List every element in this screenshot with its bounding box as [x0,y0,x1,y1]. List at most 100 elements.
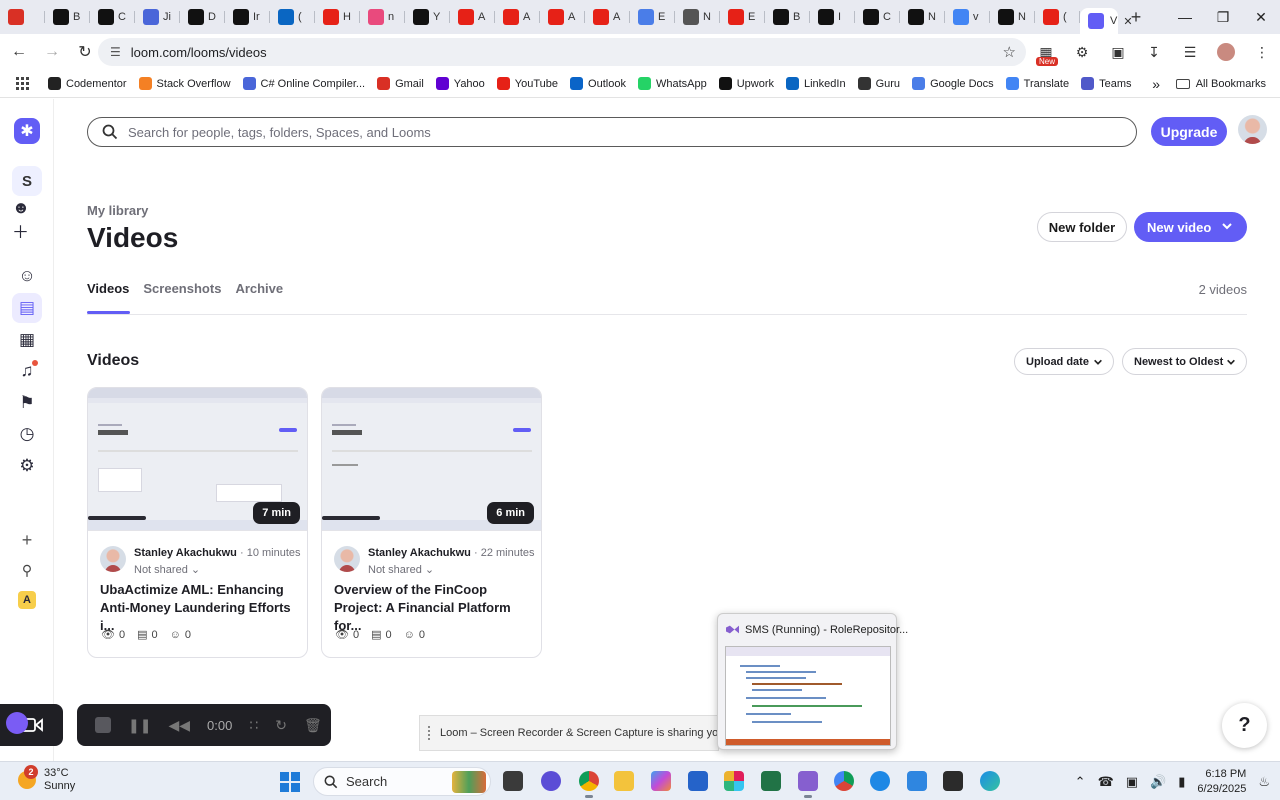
all-bookmarks-button[interactable]: All Bookmarks [1175,78,1266,90]
browser-tab[interactable]: N [675,4,720,30]
browser-tab[interactable]: C [90,4,135,30]
bookmark-item[interactable]: Upwork [718,77,774,90]
space-avatar-a[interactable]: A [18,591,36,609]
stop-recording-button[interactable] [95,717,111,733]
reload-button[interactable]: ↻ [71,38,99,66]
search-input[interactable]: Search for people, tags, folders, Spaces… [87,117,1137,147]
upgrade-button[interactable]: Upgrade [1151,117,1227,146]
browser-tab[interactable]: A [540,4,585,30]
bookmark-item[interactable]: Yahoo [435,77,485,90]
close-window-button[interactable]: ✕ [1242,0,1280,34]
help-button[interactable]: ? [1222,703,1267,748]
apps-grid-icon[interactable] [16,76,30,91]
excel-icon[interactable] [761,771,781,791]
browser-tab[interactable]: D [180,4,225,30]
video-title[interactable]: Overview of the FinCoop Project: A Finan… [334,581,534,635]
video-card[interactable]: 6 min Stanley Akachukwu · 22 minutes Not s… [321,387,542,658]
video-thumbnail[interactable]: 7 min [88,388,307,531]
library-icon[interactable]: ▤ [12,293,42,323]
browser-tab[interactable]: E [630,4,675,30]
more-bookmarks-chevron[interactable]: » [1152,76,1160,92]
restore-button[interactable]: ❐ [1204,0,1242,34]
notifications-bell-icon[interactable]: ♫ [12,356,42,386]
browser-tab[interactable]: H [315,4,360,30]
media-control-icon[interactable]: ☰ [1172,34,1208,70]
search-spaces-icon[interactable]: ⚲ [12,555,42,585]
browser-tab-active[interactable]: V ✕ [1080,8,1133,34]
extensions-icon[interactable]: ⚙ [1064,34,1100,70]
bookmark-item[interactable]: Gmail [377,77,424,90]
browser-tab[interactable]: B [45,4,90,30]
owner-name[interactable]: Stanley Akachukwu [368,547,471,559]
microphone-icon[interactable]: ☎ [1098,774,1114,790]
browser-tab[interactable]: v [945,4,990,30]
file-explorer-icon[interactable] [614,771,634,791]
taskbar-search[interactable]: Search [313,767,491,796]
bookmark-item[interactable]: Teams [1081,77,1132,90]
sort-order-dropdown[interactable]: Newest to Oldest [1122,348,1247,375]
bookmark-item[interactable]: C# Online Compiler... [242,77,365,90]
terminal-icon[interactable] [943,771,963,791]
chrome-profile-icon[interactable] [834,771,854,791]
weather-widget[interactable]: 2 33°C Sunny [18,765,75,793]
bookmark-star-icon[interactable]: ☆ [1003,43,1016,61]
sort-by-dropdown[interactable]: Upload date [1014,348,1114,375]
video-thumbnail[interactable]: 6 min [322,388,541,531]
minimize-button[interactable]: — [1166,0,1204,34]
pause-icon[interactable]: ❚❚ [128,717,151,734]
chrome-taskbar-icon[interactable] [579,771,599,798]
browser-tab[interactable]: I [810,4,855,30]
browser-tab[interactable]: N [900,4,945,30]
bookmark-item[interactable]: Stack Overflow [138,77,231,90]
settings-gear-icon[interactable]: ⚙ [12,451,42,481]
video-title[interactable]: UbaActimize AML: Enhancing Anti-Money La… [100,581,300,635]
browser-tab[interactable]: C [855,4,900,30]
delete-icon[interactable]: 🗑 [304,717,322,734]
back-button[interactable]: ← [5,38,33,66]
edge-icon[interactable] [980,771,1000,791]
browser-tab[interactable]: A [585,4,630,30]
sharing-status-dropdown[interactable]: Not shared ⌄ [368,563,535,576]
sharing-status-dropdown[interactable]: Not shared ⌄ [134,563,301,576]
browser-tab[interactable] [0,4,45,30]
bookmark-item[interactable]: Codementor [48,77,127,90]
close-tab-icon[interactable]: ✕ [1123,15,1132,28]
notepad-icon[interactable] [907,771,927,791]
add-space-icon[interactable]: + [12,525,42,555]
profile-avatar[interactable] [1208,34,1244,70]
download-icon[interactable]: ↧ [1136,34,1172,70]
browser-tab[interactable]: Y [405,4,450,30]
profile-icon[interactable]: ☺ [12,261,42,291]
notifications-icon[interactable]: ♨ [1258,774,1270,790]
history-clock-icon[interactable]: ◷ [12,419,42,449]
docker-icon[interactable] [870,771,890,791]
browser-tab[interactable]: E [720,4,765,30]
visual-studio-taskbar-icon[interactable] [798,771,818,798]
bookmark-icon[interactable]: ⚑ [12,388,42,418]
browser-tab[interactable]: B [765,4,810,30]
invite-user-icon[interactable]: ☻＋ [12,198,42,242]
tab-archive[interactable]: Archive [235,281,283,296]
browser-tab[interactable]: ( [270,4,315,30]
taskbar-preview-popup[interactable]: SMS (Running) - RoleRepositor... [717,613,908,750]
extension-brain-icon[interactable] [6,712,28,734]
clock[interactable]: 6:18 PM 6/29/2025 [1197,767,1246,797]
bookmark-item[interactable]: LinkedIn [786,77,846,90]
bookmark-item[interactable]: WhatsApp [637,77,707,90]
bookmark-item[interactable]: YouTube [496,77,558,90]
loom-logo-icon[interactable]: ✱ [14,118,40,144]
new-folder-button[interactable]: New folder [1037,212,1127,242]
browser-tab[interactable]: A [495,4,540,30]
volume-icon[interactable]: 🔊 [1150,774,1166,790]
workspace-avatar[interactable]: S [12,166,42,196]
slack-icon[interactable] [724,771,744,791]
owner-name[interactable]: Stanley Akachukwu [134,547,237,559]
store-icon[interactable] [688,771,708,791]
user-avatar[interactable] [1238,115,1267,144]
bookmark-item[interactable]: Outlook [570,77,626,90]
sidebar-icon[interactable]: ▣ [1100,34,1136,70]
browser-tab[interactable]: Ir [225,4,270,30]
show-hidden-icons-chevron[interactable]: ⌃ [1075,774,1086,790]
copilot-chat-icon[interactable] [541,771,561,791]
start-button-icon[interactable] [280,772,300,792]
